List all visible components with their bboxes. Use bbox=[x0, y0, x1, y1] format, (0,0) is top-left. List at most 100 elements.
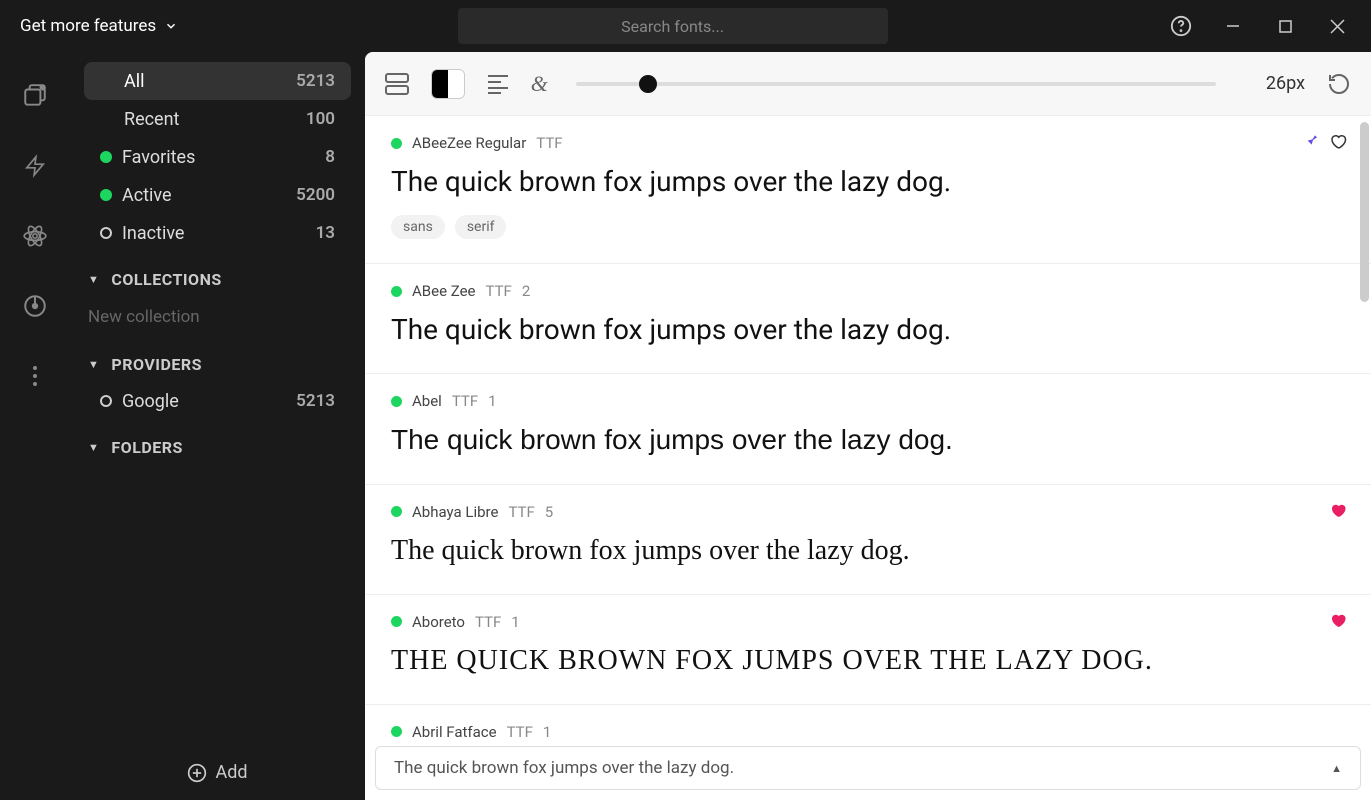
filter-count: 100 bbox=[306, 109, 335, 129]
add-button[interactable]: Add bbox=[70, 745, 365, 800]
iconbar-broadcast[interactable] bbox=[19, 290, 51, 322]
preview-text-input[interactable]: The quick brown fox jumps over the lazy … bbox=[375, 746, 1361, 790]
tag[interactable]: sans bbox=[391, 215, 445, 239]
plus-circle-icon bbox=[187, 763, 207, 783]
font-variant-count: 2 bbox=[522, 282, 530, 300]
minimize-button[interactable] bbox=[1219, 12, 1247, 40]
filter-all[interactable]: All5213 bbox=[84, 62, 351, 100]
dark-swatch bbox=[432, 70, 448, 98]
font-name: Aboreto bbox=[412, 613, 465, 631]
filter-label: Inactive bbox=[122, 223, 184, 244]
slider-handle[interactable] bbox=[639, 75, 657, 93]
ampersand-icon: & bbox=[531, 71, 548, 97]
minimize-icon bbox=[1226, 19, 1240, 33]
status-dot-icon bbox=[100, 395, 112, 407]
status-dot-icon bbox=[391, 506, 402, 517]
scrollbar[interactable] bbox=[1360, 122, 1369, 762]
toolbar: & 26px bbox=[365, 52, 1371, 116]
caret-down-icon: ▼ bbox=[88, 358, 99, 371]
chevron-down-icon bbox=[164, 19, 178, 33]
size-slider[interactable] bbox=[576, 82, 1216, 86]
light-swatch bbox=[448, 70, 464, 98]
ligatures-toggle[interactable]: & bbox=[531, 71, 548, 97]
caret-down-icon: ▼ bbox=[88, 273, 99, 286]
bolt-icon bbox=[24, 153, 46, 179]
font-format: TTF bbox=[475, 613, 501, 631]
tag[interactable]: serif bbox=[455, 215, 507, 239]
caret-down-icon: ▼ bbox=[88, 441, 99, 454]
preview-text-value: The quick brown fox jumps over the lazy … bbox=[394, 758, 734, 778]
font-card[interactable]: Abel TTF 1 The quick brown fox jumps ove… bbox=[365, 374, 1371, 484]
folders-label: FOLDERS bbox=[111, 438, 182, 457]
status-dot-icon bbox=[391, 616, 402, 627]
scrollbar-thumb[interactable] bbox=[1360, 122, 1369, 302]
search-input[interactable]: Search fonts... bbox=[458, 8, 888, 44]
font-card[interactable]: Abhaya Libre TTF 5 The quick brown fox j… bbox=[365, 485, 1371, 595]
font-name: Abhaya Libre bbox=[412, 503, 498, 521]
font-card[interactable]: ABee Zee TTF 2 The quick brown fox jumps… bbox=[365, 264, 1371, 374]
status-dot-icon bbox=[391, 396, 402, 407]
iconbar-fonts[interactable] bbox=[19, 80, 51, 112]
favorite-button[interactable] bbox=[1329, 501, 1347, 519]
font-format: TTF bbox=[486, 282, 512, 300]
filter-label: Favorites bbox=[122, 147, 195, 168]
layout-toggle[interactable] bbox=[385, 71, 409, 97]
status-dot-icon bbox=[391, 726, 402, 737]
filter-recent[interactable]: Recent 100 bbox=[84, 100, 351, 138]
help-icon bbox=[1170, 15, 1192, 37]
font-card[interactable]: ABeeZee Regular TTF The quick brown fox … bbox=[365, 116, 1371, 264]
filter-count: 5200 bbox=[296, 185, 335, 205]
folders-header[interactable]: ▼ FOLDERS bbox=[70, 420, 365, 465]
status-dot-icon bbox=[100, 151, 112, 163]
status-dot-icon bbox=[100, 227, 112, 239]
align-toggle[interactable] bbox=[487, 71, 509, 97]
collections-header[interactable]: ▼ COLLECTIONS bbox=[70, 252, 365, 297]
align-left-icon bbox=[487, 74, 509, 94]
favorite-button[interactable] bbox=[1329, 132, 1347, 150]
atom-icon bbox=[22, 223, 48, 249]
font-name: Abel bbox=[412, 392, 442, 410]
favorite-button[interactable] bbox=[1329, 611, 1347, 629]
providers-header[interactable]: ▼ PROVIDERS bbox=[70, 337, 365, 382]
status-dot-icon bbox=[391, 138, 402, 149]
font-format: TTF bbox=[507, 723, 533, 741]
filter-label: Recent bbox=[124, 109, 179, 130]
new-collection[interactable]: New collection bbox=[70, 297, 365, 337]
filter-count: 8 bbox=[325, 147, 335, 167]
font-card[interactable]: Aboreto TTF 1 THE QUICK BROWN FOX JUMPS … bbox=[365, 595, 1371, 705]
font-variant-count: 1 bbox=[488, 392, 496, 410]
filter-active[interactable]: Active 5200 bbox=[84, 176, 351, 214]
status-dot-icon bbox=[391, 286, 402, 297]
iconbar-atom[interactable] bbox=[19, 220, 51, 252]
color-scheme-toggle[interactable] bbox=[431, 69, 465, 99]
filter-favorites[interactable]: Favorites 8 bbox=[84, 138, 351, 176]
search-placeholder: Search fonts... bbox=[621, 17, 724, 36]
font-format: TTF bbox=[452, 392, 478, 410]
font-preview: The quick brown fox jumps over the lazy … bbox=[391, 310, 1345, 349]
provider-google[interactable]: Google5213 bbox=[84, 382, 351, 420]
size-label: 26px bbox=[1266, 73, 1305, 94]
font-preview: The quick brown fox jumps over the lazy … bbox=[391, 531, 1345, 570]
font-variant-count: 1 bbox=[543, 723, 551, 741]
iconbar-activity[interactable] bbox=[19, 150, 51, 182]
font-variant-count: 1 bbox=[511, 613, 519, 631]
filter-label: Active bbox=[122, 185, 172, 206]
icon-sidebar bbox=[0, 52, 70, 800]
font-name: ABeeZee Regular bbox=[412, 134, 526, 152]
iconbar-more[interactable] bbox=[19, 360, 51, 392]
reset-button[interactable] bbox=[1327, 71, 1351, 97]
font-preview: THE QUICK BROWN FOX JUMPS OVER THE LAZY … bbox=[391, 641, 1345, 680]
font-variant-count: 5 bbox=[545, 503, 553, 521]
font-list[interactable]: ABeeZee Regular TTF The quick brown fox … bbox=[365, 116, 1371, 800]
provider-label: Google bbox=[122, 391, 179, 412]
pin-icon[interactable] bbox=[1303, 132, 1319, 150]
maximize-button[interactable] bbox=[1271, 12, 1299, 40]
filter-label: All bbox=[124, 71, 145, 92]
features-menu[interactable]: Get more features bbox=[8, 16, 178, 36]
close-button[interactable] bbox=[1323, 12, 1351, 40]
filter-count: 13 bbox=[316, 223, 335, 243]
status-dot-icon bbox=[100, 189, 112, 201]
filter-inactive[interactable]: Inactive 13 bbox=[84, 214, 351, 252]
font-format: TTF bbox=[508, 503, 534, 521]
help-button[interactable] bbox=[1167, 12, 1195, 40]
